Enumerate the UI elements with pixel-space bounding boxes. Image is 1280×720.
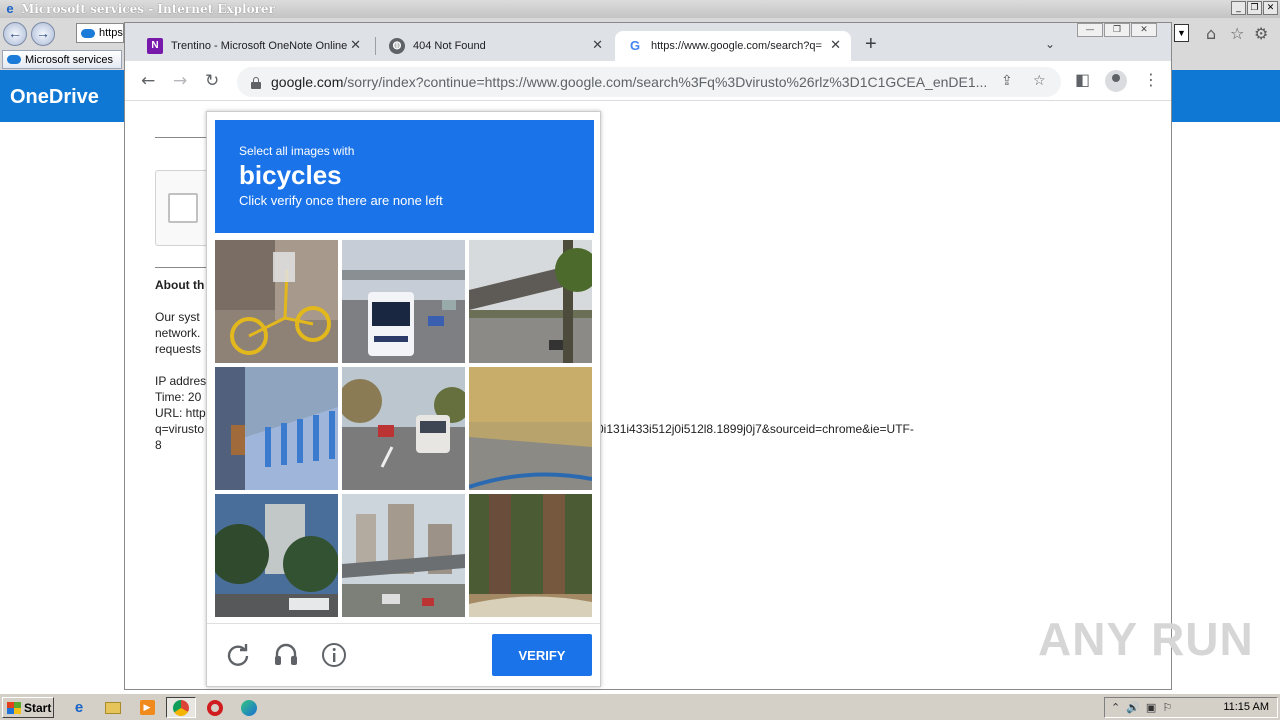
forward-icon[interactable]: → xyxy=(173,71,187,91)
ie-tab-microsoft-services[interactable]: Microsoft services xyxy=(2,50,122,69)
clock[interactable]: 11:15 AM xyxy=(1223,701,1269,713)
explorer-taskbar-icon[interactable] xyxy=(98,697,128,718)
image-tile[interactable] xyxy=(469,367,592,490)
about-paragraph: Our syst network. requests xyxy=(155,310,202,356)
chrome-restore-button[interactable]: ❐ xyxy=(1104,23,1130,37)
tray-expand-icon[interactable]: ⌃ xyxy=(1111,701,1120,714)
address-bar[interactable]: google.com/sorry/index?continue=https://… xyxy=(237,67,1061,97)
onedrive-cloud-icon xyxy=(81,28,95,38)
url-text[interactable]: google.com/sorry/index?continue=https://… xyxy=(271,74,1001,90)
subtext: Click verify once there are none left xyxy=(239,193,443,208)
audio-challenge-icon[interactable] xyxy=(273,642,299,668)
image-tile[interactable] xyxy=(342,367,465,490)
ie-title-bar: e Microsoft services - Internet Explorer… xyxy=(0,0,1280,18)
network-icon[interactable]: ▣ xyxy=(1146,701,1156,714)
menu-kebab-icon[interactable]: ⋮ xyxy=(1143,70,1159,89)
taskbar: Start e ▶ ⌃ 🔊 ▣ ⚐ 11:15 AM xyxy=(0,693,1280,720)
chrome-tab-strip: N Trentino - Microsoft OneNote Online ✕ … xyxy=(125,23,1171,61)
start-button[interactable]: Start xyxy=(2,697,54,718)
ie-toolbar-right: ▼ ⌂ ☆ ⚙ xyxy=(1172,18,1280,70)
image-grid xyxy=(215,240,594,617)
url-tail-text: 0i131i433i512j0i512l8.1899j0j7&sourceid=… xyxy=(597,422,914,436)
tab-label: 404 Not Found xyxy=(413,40,486,52)
ie-address-bar[interactable]: https xyxy=(76,23,124,43)
challenge-header: Select all images with bicycles Click ve… xyxy=(215,120,594,233)
image-tile[interactable] xyxy=(469,494,592,617)
globe-icon: ◍ xyxy=(389,38,405,54)
chrome-minimize-button[interactable]: — xyxy=(1077,23,1103,37)
recaptcha-challenge: Select all images with bicycles Click ve… xyxy=(206,111,601,687)
onedrive-title[interactable]: OneDrive xyxy=(10,86,99,109)
opera-taskbar-icon[interactable] xyxy=(200,697,230,718)
ie-favorites-icon[interactable]: ☆ xyxy=(1230,24,1244,43)
ie-gear-icon[interactable]: ⚙ xyxy=(1254,24,1268,43)
start-label: Start xyxy=(24,700,52,715)
chrome-toolbar: ← → ↻ google.com/sorry/index?continue=ht… xyxy=(125,61,1171,101)
close-tab-icon[interactable]: ✕ xyxy=(350,38,361,53)
back-icon[interactable]: ← xyxy=(141,71,155,91)
new-tab-icon[interactable]: + xyxy=(865,33,877,56)
anyrun-watermark: ANY RUN xyxy=(1038,613,1254,665)
onenote-icon: N xyxy=(147,38,163,54)
google-icon: G xyxy=(629,38,641,53)
profile-avatar-icon[interactable] xyxy=(1105,70,1127,92)
ie-logo-icon: e xyxy=(6,1,14,16)
bookmark-star-icon[interactable]: ☆ xyxy=(1033,73,1046,89)
info-icon[interactable] xyxy=(321,642,347,668)
onedrive-cloud-icon xyxy=(7,55,21,64)
ie-address-dropdown-icon[interactable]: ▼ xyxy=(1174,24,1189,42)
ie-address-text: https xyxy=(99,27,123,39)
reload-challenge-icon[interactable] xyxy=(225,642,251,668)
verify-button[interactable]: VERIFY xyxy=(492,634,592,676)
action-center-flag-icon[interactable]: ⚐ xyxy=(1162,701,1172,714)
lock-icon[interactable] xyxy=(251,76,261,89)
close-tab-icon[interactable]: ✕ xyxy=(592,38,603,53)
ie-close-button[interactable]: ✕ xyxy=(1263,1,1278,15)
tab-label: https://www.google.com/search?q= xyxy=(651,40,822,52)
image-tile[interactable] xyxy=(215,240,338,363)
reload-icon[interactable]: ↻ xyxy=(205,71,219,91)
image-tile[interactable] xyxy=(215,367,338,490)
image-tile[interactable] xyxy=(342,240,465,363)
ie-window-title: Microsoft services - Internet Explorer xyxy=(21,2,275,16)
tab-label: Trentino - Microsoft OneNote Online xyxy=(171,40,348,52)
chrome-close-button[interactable]: ✕ xyxy=(1131,23,1157,37)
media-player-taskbar-icon[interactable]: ▶ xyxy=(132,697,162,718)
about-heading: About th xyxy=(155,278,205,292)
challenge-footer: VERIFY xyxy=(207,623,600,687)
tab-google-search[interactable]: G https://www.google.com/search?q= ✕ xyxy=(615,31,851,61)
ip-details: IP addres Time: 20 URL: http q=virusto 8 xyxy=(155,374,207,452)
image-tile[interactable] xyxy=(342,494,465,617)
ie-back-icon[interactable]: ← xyxy=(3,22,27,46)
ie-minimize-button[interactable]: _ xyxy=(1231,1,1246,15)
ie-tab-label: Microsoft services xyxy=(25,53,114,66)
chrome-taskbar-icon[interactable] xyxy=(166,697,196,718)
share-icon[interactable]: ⇪ xyxy=(1001,73,1013,89)
edge-taskbar-icon[interactable] xyxy=(234,697,264,718)
image-tile[interactable] xyxy=(469,240,592,363)
instruction-text: Select all images with xyxy=(239,144,355,158)
windows-flag-icon xyxy=(7,701,21,714)
tab-separator xyxy=(375,37,376,55)
ie-page-background xyxy=(0,122,124,690)
tab-search-icon[interactable]: ⌄ xyxy=(1045,37,1055,51)
tab-onenote[interactable]: N Trentino - Microsoft OneNote Online ✕ xyxy=(135,31,371,61)
target-text: bicycles xyxy=(239,160,342,190)
volume-icon[interactable]: 🔊 xyxy=(1126,701,1140,714)
ie-forward-icon[interactable]: → xyxy=(31,22,55,46)
side-panel-icon[interactable]: ◧ xyxy=(1075,70,1090,89)
tab-404[interactable]: ◍ 404 Not Found ✕ xyxy=(377,31,613,61)
ie-home-icon[interactable]: ⌂ xyxy=(1206,24,1216,43)
system-tray: ⌃ 🔊 ▣ ⚐ 11:15 AM xyxy=(1104,697,1278,718)
ie-restore-button[interactable]: ❐ xyxy=(1247,1,1262,15)
close-tab-icon[interactable]: ✕ xyxy=(830,38,841,53)
ie-taskbar-icon[interactable]: e xyxy=(64,697,94,718)
image-tile[interactable] xyxy=(215,494,338,617)
